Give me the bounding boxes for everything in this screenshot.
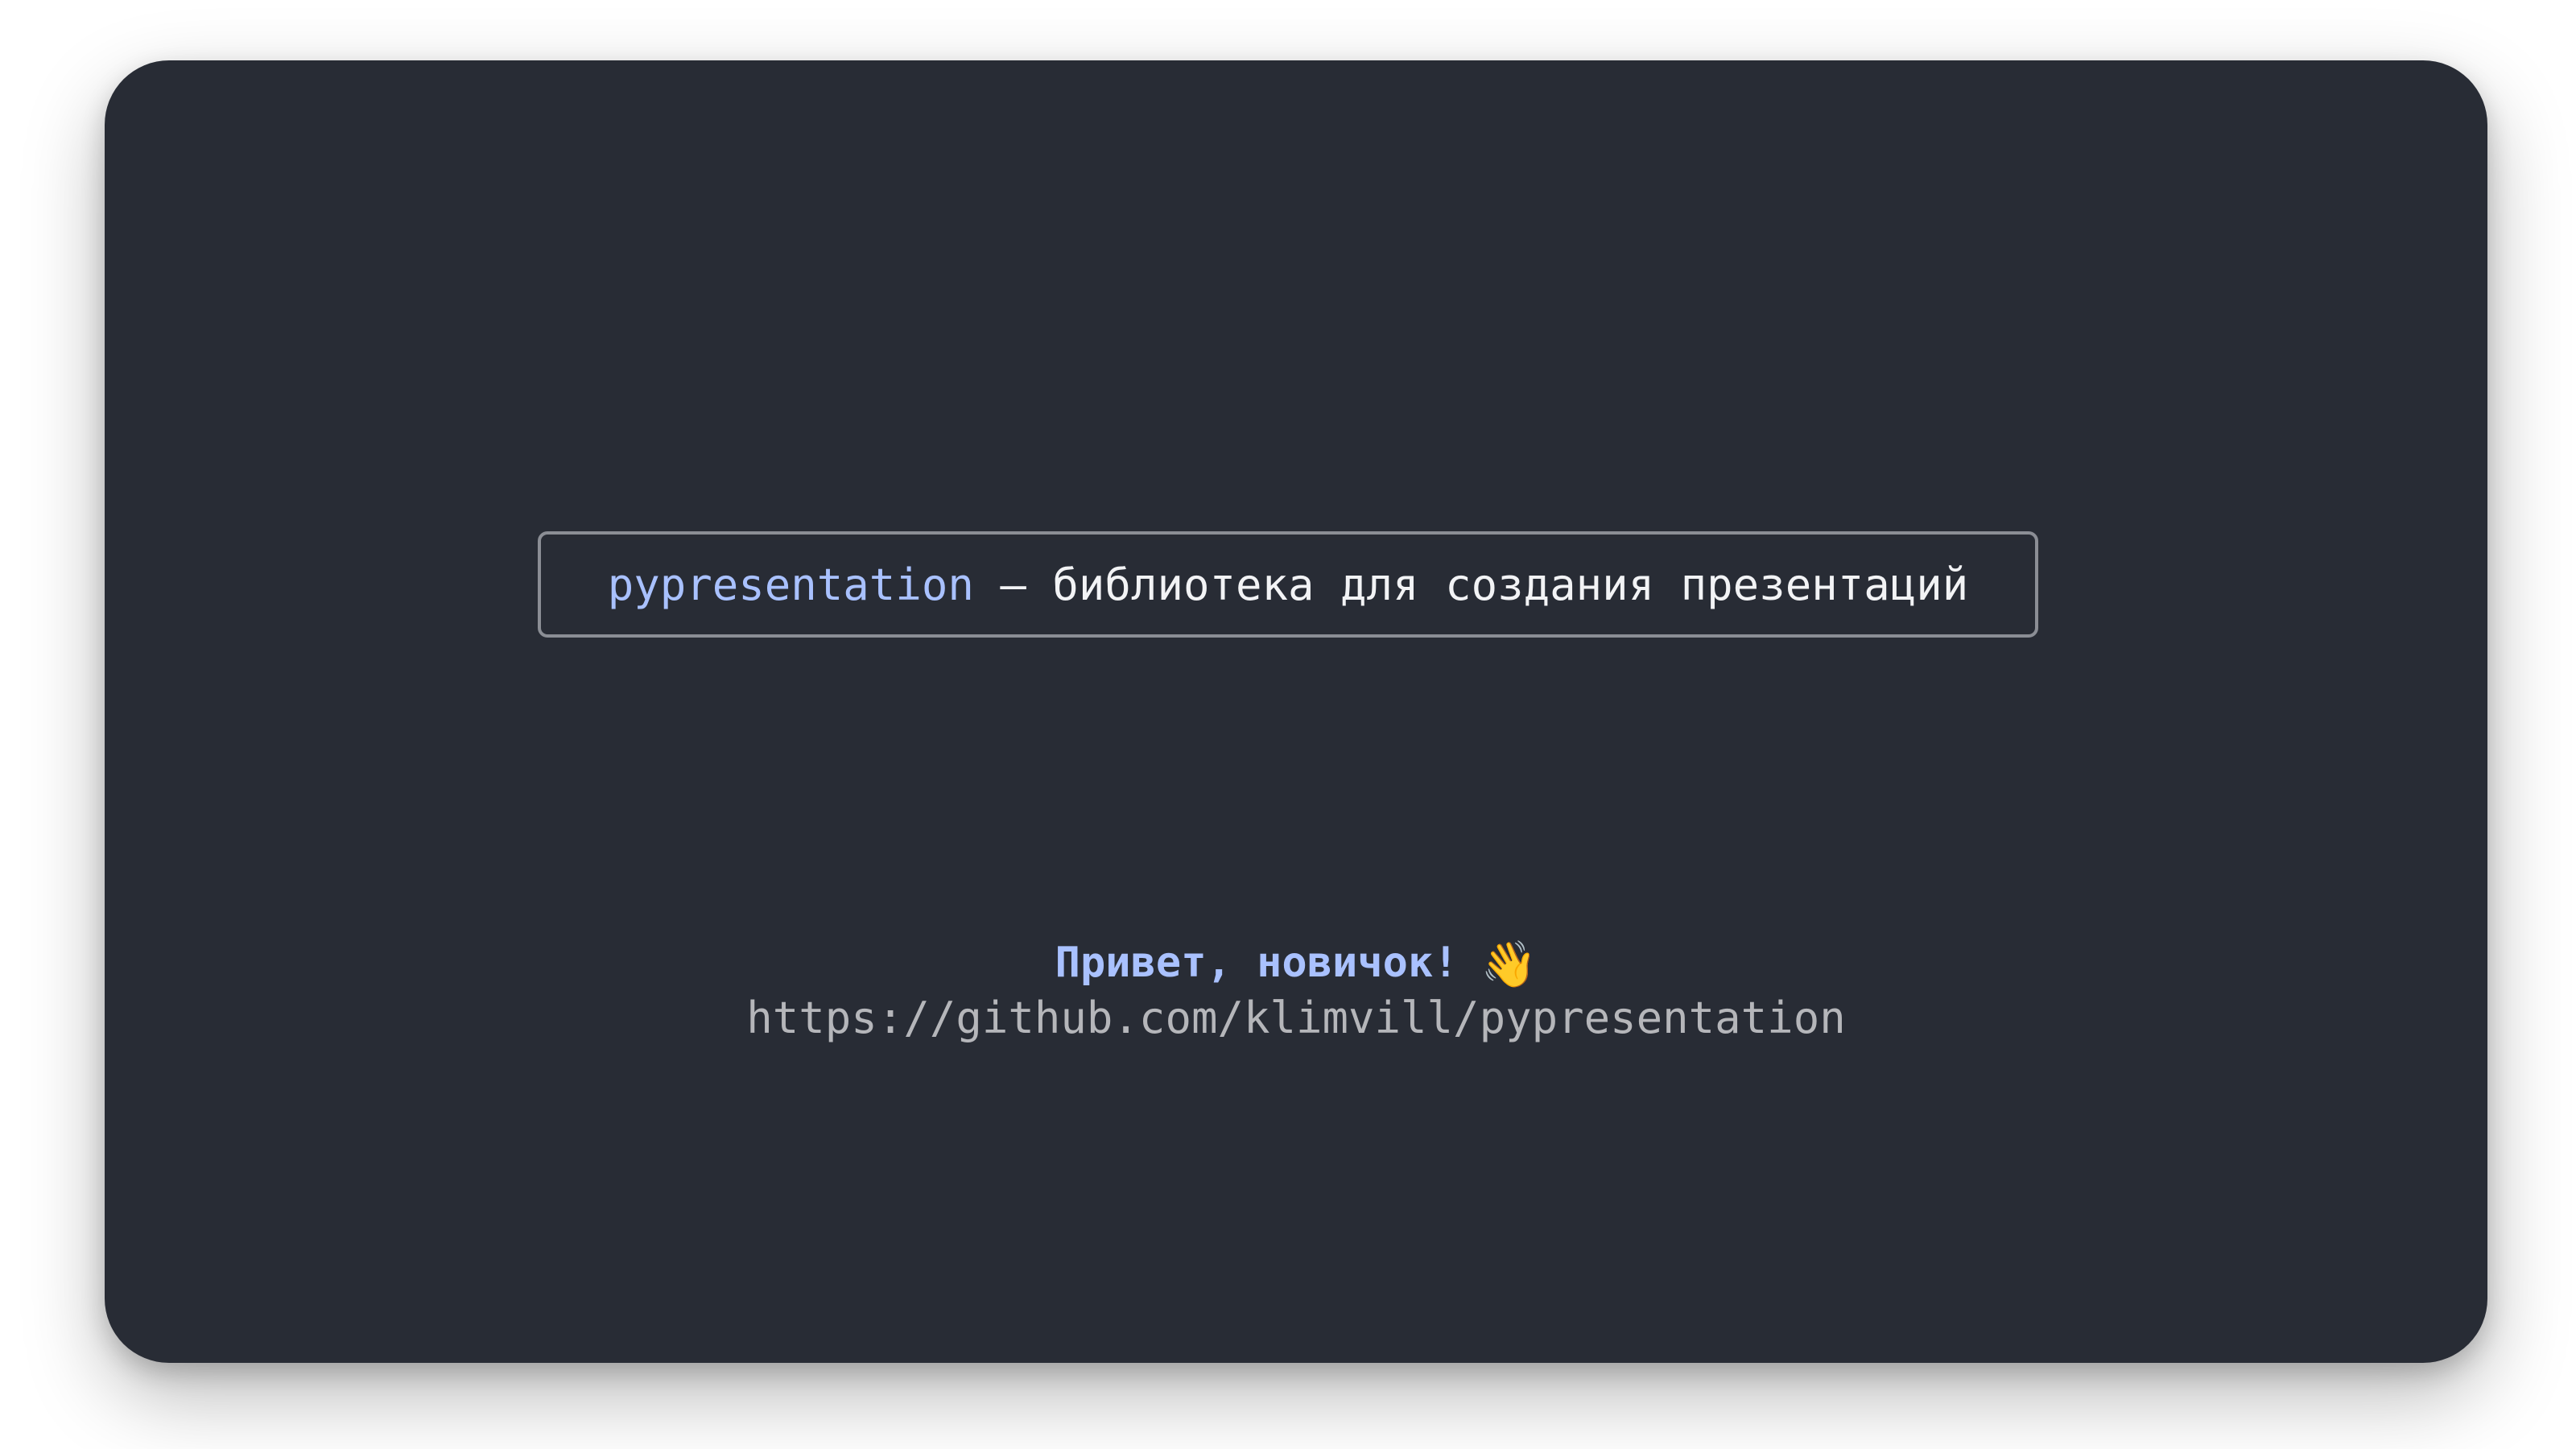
library-name: pypresentation xyxy=(607,559,974,610)
presentation-window: pypresentation – библиотека для создания… xyxy=(105,60,2487,1363)
title-dash: – xyxy=(1000,559,1026,610)
greeting-block: Привет, новичок! 👋 https://github.com/kli… xyxy=(105,936,2487,1045)
repo-url: https://github.com/klimvill/pypresentati… xyxy=(746,993,1846,1043)
library-description: библиотека для создания презентаций xyxy=(1052,559,1969,610)
waving-hand-icon: 👋 xyxy=(1480,939,1538,991)
title-frame: pypresentation – библиотека для создания… xyxy=(538,531,2038,638)
greeting-text: Привет, новичок! xyxy=(1055,939,1459,987)
greeting-line: Привет, новичок! 👋 xyxy=(105,936,2487,992)
